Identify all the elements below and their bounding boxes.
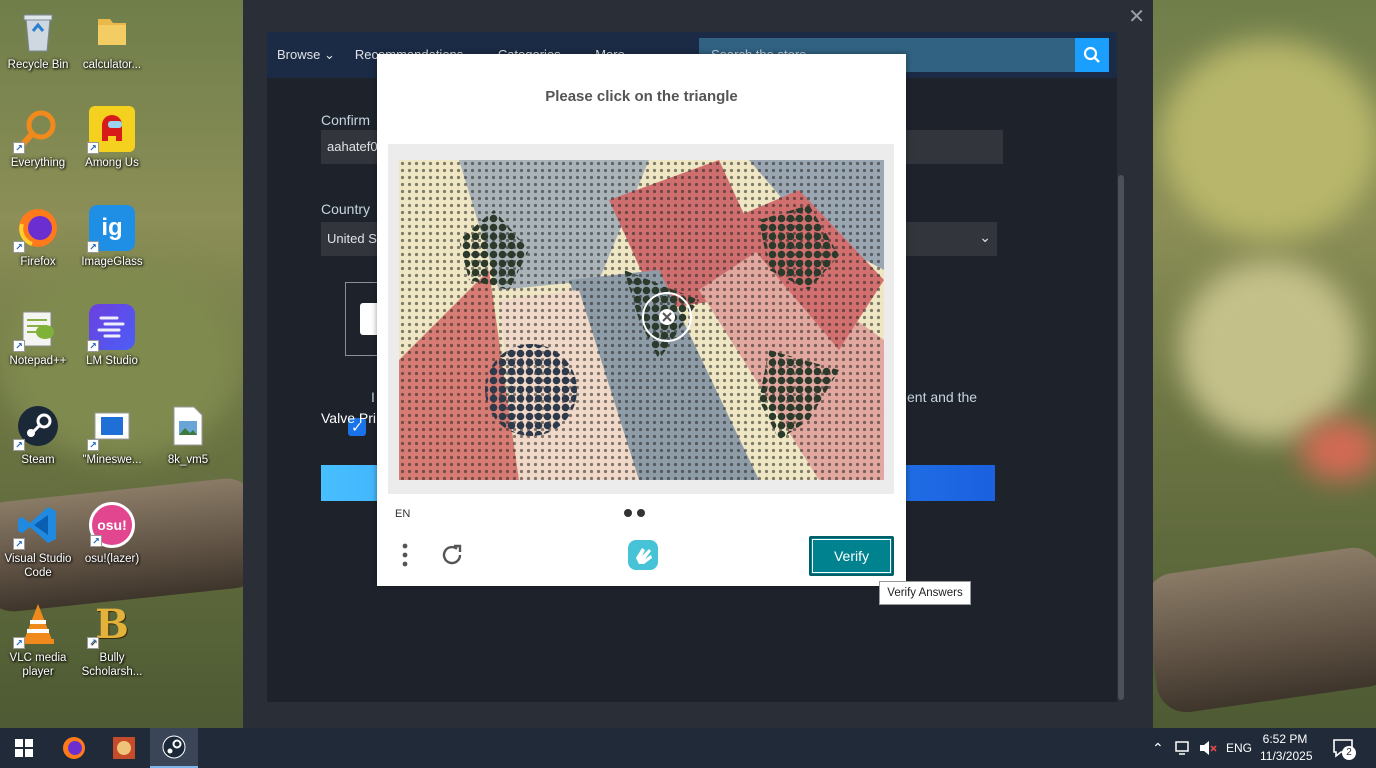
desktop-icon-notepad-plus-plus[interactable]: ↗ Notepad++ bbox=[0, 304, 76, 368]
challenge-frame bbox=[388, 144, 894, 494]
shortcut-arrow-icon: ↗ bbox=[87, 241, 99, 253]
chevron-down-icon: ⌄ bbox=[979, 229, 991, 245]
desktop-icon-osu-lazer[interactable]: osu! ↗ osu!(lazer) bbox=[74, 502, 150, 566]
privacy-policy-link[interactable]: Valve Pri bbox=[321, 410, 376, 426]
bully-icon: B ↗ bbox=[87, 601, 135, 649]
shortcut-arrow-icon: ↗ bbox=[87, 142, 99, 154]
desktop-icon-imageglass[interactable]: ig ↗ ImageGlass bbox=[74, 205, 150, 269]
shortcut-arrow-icon: ↗ bbox=[87, 340, 99, 352]
chevron-up-icon: ⌃ bbox=[1152, 739, 1164, 756]
desktop-icon-recycle-bin[interactable]: Recycle Bin bbox=[0, 8, 76, 72]
tray-notifications[interactable]: 2 bbox=[1332, 728, 1356, 768]
desktop-icon-firefox[interactable]: ↗ Firefox bbox=[0, 205, 76, 269]
lm-studio-icon: ↗ bbox=[87, 304, 135, 352]
game-icon bbox=[113, 737, 135, 759]
shortcut-arrow-icon: ↗ bbox=[13, 637, 25, 649]
shortcut-arrow-icon: ↗ bbox=[87, 439, 99, 451]
vlc-icon: ↗ bbox=[13, 601, 61, 649]
page-indicator-dot bbox=[637, 509, 645, 517]
page-indicator-dot bbox=[624, 509, 632, 517]
taskbar-game[interactable] bbox=[100, 728, 148, 768]
captcha-challenge-dialog: Please click on the triangle EN Verify bbox=[377, 54, 906, 586]
minesweeper-icon: ↗ bbox=[87, 403, 135, 451]
chevron-down-icon: ⌄ bbox=[323, 47, 335, 62]
steam-icon bbox=[162, 735, 186, 759]
desktop-icon-8k-vm5[interactable]: 8k_vm5 bbox=[150, 403, 226, 467]
image-file-icon bbox=[165, 403, 211, 449]
captcha-prompt: Please click on the triangle bbox=[545, 88, 738, 105]
shortcut-arrow-icon: ↗ bbox=[13, 340, 25, 352]
background-foliage bbox=[1180, 260, 1360, 440]
nav-browse[interactable]: Browse ⌄ bbox=[267, 47, 345, 63]
desktop-icon-among-us[interactable]: ↗ Among Us bbox=[74, 106, 150, 170]
desktop-icon-lm-studio[interactable]: ↗ LM Studio bbox=[74, 304, 150, 368]
agree-text-end: ent and the bbox=[907, 389, 978, 405]
desktop-icon-minesweeper[interactable]: ↗ "Mineswe... bbox=[74, 403, 150, 467]
background-flower bbox=[1300, 420, 1376, 480]
among-us-icon: ↗ bbox=[87, 106, 135, 154]
notification-count-badge: 2 bbox=[1342, 746, 1356, 760]
osu-icon: osu! ↗ bbox=[89, 502, 135, 548]
firefox-icon: ↗ bbox=[13, 205, 61, 253]
tray-volume[interactable] bbox=[1198, 728, 1218, 768]
search-button[interactable] bbox=[1075, 38, 1109, 72]
tray-show-hidden[interactable]: ⌃ bbox=[1152, 728, 1164, 768]
scrollbar[interactable] bbox=[1118, 175, 1124, 700]
refresh-icon[interactable] bbox=[439, 542, 465, 568]
vscode-icon: ↗ bbox=[13, 502, 61, 550]
country-label: Country bbox=[321, 201, 371, 217]
steam-icon: ↗ bbox=[13, 403, 61, 451]
network-icon bbox=[1175, 741, 1189, 755]
firefox-icon bbox=[63, 737, 85, 759]
shortcut-arrow-icon: ↗ bbox=[13, 538, 25, 550]
shortcut-arrow-icon: ↗ bbox=[87, 637, 99, 649]
confirm-label: Confirm bbox=[321, 112, 371, 128]
menu-icon[interactable] bbox=[399, 542, 411, 570]
shortcut-arrow-icon: ↗ bbox=[90, 535, 102, 547]
language-selector[interactable]: EN bbox=[395, 508, 410, 520]
recycle-bin-icon bbox=[15, 8, 61, 54]
windows-logo-icon bbox=[15, 739, 33, 757]
background-foliage bbox=[1160, 40, 1376, 240]
desktop-icon-everything[interactable]: ↗ Everything bbox=[0, 106, 76, 170]
tray-clock[interactable]: 6:52 PM 11/3/2025 bbox=[1260, 731, 1313, 765]
desktop-icon-vlc[interactable]: ↗ VLC media player bbox=[0, 601, 76, 679]
taskbar-steam[interactable] bbox=[150, 728, 198, 768]
close-icon[interactable]: ✕ bbox=[1128, 4, 1145, 29]
volume-muted-icon bbox=[1200, 741, 1217, 755]
folder-icon bbox=[89, 8, 135, 54]
challenge-image[interactable] bbox=[399, 160, 884, 480]
desktop-icon-bully[interactable]: B ↗ Bully Scholarsh... bbox=[74, 601, 150, 679]
desktop-icon-calculator-folder[interactable]: calculator... bbox=[74, 8, 150, 72]
shortcut-arrow-icon: ↗ bbox=[13, 241, 25, 253]
tree-branch bbox=[1141, 543, 1376, 717]
search-icon bbox=[1083, 46, 1100, 63]
imageglass-icon: ig ↗ bbox=[87, 205, 135, 253]
taskbar: ⌃ ENG 6:52 PM 11/3/2025 2 bbox=[0, 728, 1376, 768]
tray-language[interactable]: ENG bbox=[1226, 728, 1252, 768]
shortcut-arrow-icon: ↗ bbox=[13, 439, 25, 451]
desktop-icon-visual-studio-code[interactable]: ↗ Visual Studio Code bbox=[0, 502, 76, 580]
magnifier-icon: ↗ bbox=[13, 106, 61, 154]
notepad-plus-plus-icon: ↗ bbox=[13, 304, 61, 352]
verify-button[interactable]: Verify bbox=[809, 536, 894, 576]
taskbar-firefox[interactable] bbox=[50, 728, 98, 768]
shortcut-arrow-icon: ↗ bbox=[13, 142, 25, 154]
desktop-icon-steam[interactable]: ↗ Steam bbox=[0, 403, 76, 467]
start-button[interactable] bbox=[0, 728, 48, 768]
verify-tooltip: Verify Answers bbox=[879, 581, 971, 605]
hcaptcha-logo-icon[interactable] bbox=[626, 538, 660, 572]
tray-network[interactable] bbox=[1174, 728, 1194, 768]
